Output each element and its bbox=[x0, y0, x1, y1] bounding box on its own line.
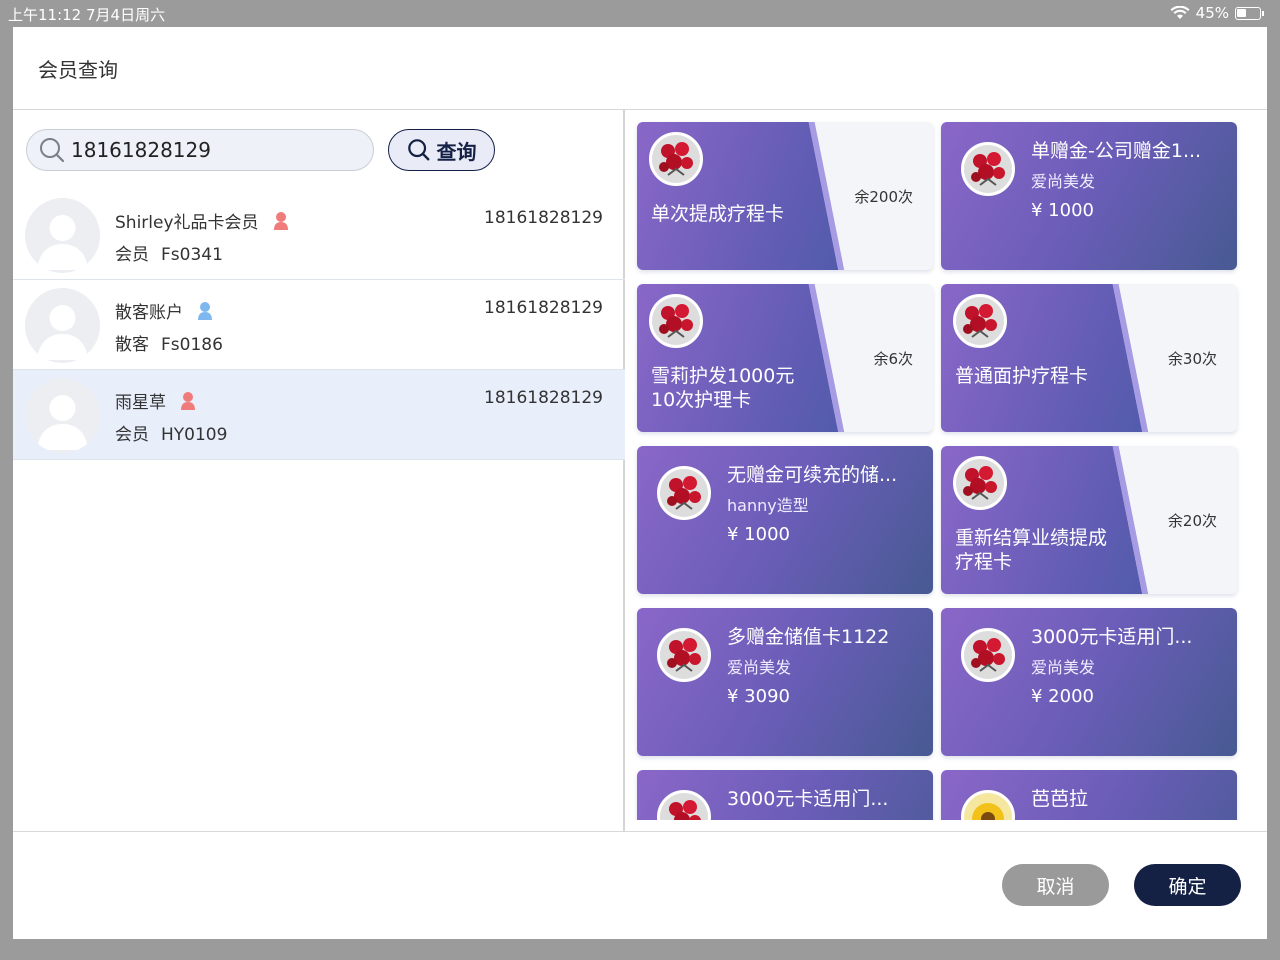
card-title: 重新结算业绩提成 疗程卡 bbox=[955, 526, 1107, 574]
card-amount: ¥ 1000 bbox=[727, 524, 790, 545]
card-store: 爱尚美发 bbox=[1031, 172, 1096, 191]
flower-logo-icon bbox=[953, 456, 1007, 510]
card-amount: ¥ 2000 bbox=[1031, 686, 1094, 707]
sunflower-logo-icon bbox=[961, 790, 1015, 820]
treatment-card[interactable]: 雪莉护发1000元 10次护理卡 余6次 bbox=[637, 284, 933, 432]
card-title-line1: 雪莉护发1000元 bbox=[651, 365, 795, 387]
flower-logo-icon bbox=[657, 790, 711, 820]
card-remaining: 余30次 bbox=[1167, 350, 1217, 368]
member-name: 雨星草 bbox=[115, 393, 166, 413]
card-title: 单次提成疗程卡 bbox=[651, 203, 785, 225]
stored-value-card[interactable]: 3000元卡适用门... bbox=[637, 770, 933, 820]
card-remaining: 余20次 bbox=[1167, 512, 1217, 530]
treatment-card[interactable]: 单次提成疗程卡 余200次 bbox=[637, 122, 933, 270]
status-time-date: 上午11:12 7月4日周六 bbox=[8, 6, 166, 24]
card-title: 3000元卡适用门... bbox=[1031, 626, 1193, 648]
avatar bbox=[25, 378, 100, 453]
battery-percent: 45% bbox=[1195, 4, 1229, 22]
stored-value-card[interactable]: 3000元卡适用门... 爱尚美发 ¥ 2000 bbox=[941, 608, 1237, 756]
card-title: 单赠金-公司赠金1... bbox=[1031, 140, 1202, 162]
card-amount: ¥ 3090 bbox=[727, 686, 790, 707]
card-remaining: 余6次 bbox=[873, 350, 913, 368]
card-store: hanny造型 bbox=[727, 496, 809, 515]
member-phone: 18161828129 bbox=[484, 298, 603, 318]
flower-logo-icon bbox=[953, 294, 1007, 348]
search-icon bbox=[40, 138, 65, 163]
member-name: 散客账户 bbox=[115, 303, 183, 323]
member-list: Shirley礼品卡会员 会员 Fs0341 18161828129 散客账户 bbox=[13, 190, 625, 460]
dialog-body: 查询 Shirley礼品卡会员 会员 Fs0341 18161828129 bbox=[13, 110, 1267, 832]
member-type: 散客 bbox=[115, 335, 149, 355]
card-title-line2: 10次护理卡 bbox=[651, 389, 752, 411]
battery-icon bbox=[1235, 6, 1261, 20]
member-sub: 会员 HY0109 bbox=[115, 420, 227, 445]
dialog-header: 会员查询 bbox=[13, 27, 1267, 110]
member-phone: 18161828129 bbox=[484, 208, 603, 228]
flower-logo-icon bbox=[657, 628, 711, 682]
member-name-row: 雨星草 bbox=[115, 388, 198, 413]
card-title-line1: 重新结算业绩提成 bbox=[955, 527, 1108, 549]
flower-logo-icon bbox=[961, 142, 1015, 196]
avatar bbox=[25, 198, 100, 273]
treatment-card[interactable]: 普通面护疗程卡 余30次 bbox=[941, 284, 1237, 432]
card-title: 普通面护疗程卡 bbox=[955, 365, 1089, 387]
stored-value-card[interactable]: 芭芭拉 bbox=[941, 770, 1237, 820]
member-name-row: Shirley礼品卡会员 bbox=[115, 208, 291, 233]
female-member-icon bbox=[181, 391, 195, 410]
card-remaining: 余200次 bbox=[854, 188, 913, 206]
member-item[interactable]: Shirley礼品卡会员 会员 Fs0341 18161828129 bbox=[13, 190, 625, 280]
walk-in-customer-icon bbox=[198, 301, 212, 320]
member-code: HY0109 bbox=[161, 425, 228, 445]
member-name-row: 散客账户 bbox=[115, 298, 215, 323]
member-sub: 会员 Fs0341 bbox=[115, 240, 223, 265]
search-input[interactable] bbox=[71, 138, 351, 162]
member-type: 会员 bbox=[115, 245, 149, 265]
card-title: 无赠金可续充的储... bbox=[727, 464, 898, 486]
treatment-card[interactable]: 重新结算业绩提成 疗程卡 余20次 bbox=[941, 446, 1237, 594]
card-title-line2: 疗程卡 bbox=[955, 551, 1013, 573]
card-title: 多赠金储值卡1122 bbox=[727, 626, 890, 648]
member-code: Fs0186 bbox=[161, 335, 223, 355]
stored-value-card[interactable]: 多赠金储值卡1122 爱尚美发 ¥ 3090 bbox=[637, 608, 933, 756]
confirm-button[interactable]: 确定 bbox=[1134, 864, 1241, 906]
card-grid: 单次提成疗程卡 余200次 单赠金-公司赠金1... 爱尚美发 ¥ 1000 雪… bbox=[627, 110, 1267, 820]
status-right: 45% bbox=[1170, 4, 1264, 22]
member-name: Shirley礼品卡会员 bbox=[115, 213, 259, 233]
battery-tip bbox=[1262, 10, 1264, 16]
dialog-title: 会员查询 bbox=[38, 57, 118, 82]
member-type: 会员 bbox=[115, 425, 149, 445]
member-code: Fs0341 bbox=[161, 245, 223, 265]
search-icon bbox=[407, 139, 429, 161]
female-member-icon bbox=[273, 211, 288, 230]
member-query-dialog: 会员查询 查询 bbox=[13, 27, 1267, 939]
flower-logo-icon bbox=[649, 294, 703, 348]
cancel-button[interactable]: 取消 bbox=[1002, 864, 1109, 906]
card-store: 爱尚美发 bbox=[727, 658, 792, 677]
query-button[interactable]: 查询 bbox=[388, 129, 495, 171]
flower-logo-icon bbox=[961, 628, 1015, 682]
avatar bbox=[25, 288, 100, 363]
stored-value-card[interactable]: 无赠金可续充的储... hanny造型 ¥ 1000 bbox=[637, 446, 933, 594]
flower-logo-icon bbox=[657, 466, 711, 520]
wifi-icon bbox=[1170, 6, 1190, 19]
card-amount: ¥ 1000 bbox=[1031, 200, 1094, 221]
member-pane: 查询 Shirley礼品卡会员 会员 Fs0341 18161828129 bbox=[13, 110, 625, 832]
member-sub: 散客 Fs0186 bbox=[115, 330, 223, 355]
card-title: 芭芭拉 bbox=[1031, 788, 1089, 810]
member-phone: 18161828129 bbox=[484, 388, 603, 408]
search-box[interactable] bbox=[26, 129, 374, 171]
card-store: 爱尚美发 bbox=[1031, 658, 1096, 677]
flower-logo-icon bbox=[649, 132, 703, 186]
member-item[interactable]: 散客账户 散客 Fs0186 18161828129 bbox=[13, 280, 625, 370]
status-bar: 上午11:12 7月4日周六 45% bbox=[0, 0, 1280, 26]
stored-value-card[interactable]: 单赠金-公司赠金1... 爱尚美发 ¥ 1000 bbox=[941, 122, 1237, 270]
member-item-selected[interactable]: 雨星草 会员 HY0109 18161828129 bbox=[13, 370, 625, 460]
card-title: 雪莉护发1000元 10次护理卡 bbox=[651, 364, 794, 412]
card-title: 3000元卡适用门... bbox=[727, 788, 889, 810]
dialog-footer: 取消 确定 bbox=[13, 833, 1267, 939]
query-button-label: 查询 bbox=[436, 139, 477, 164]
